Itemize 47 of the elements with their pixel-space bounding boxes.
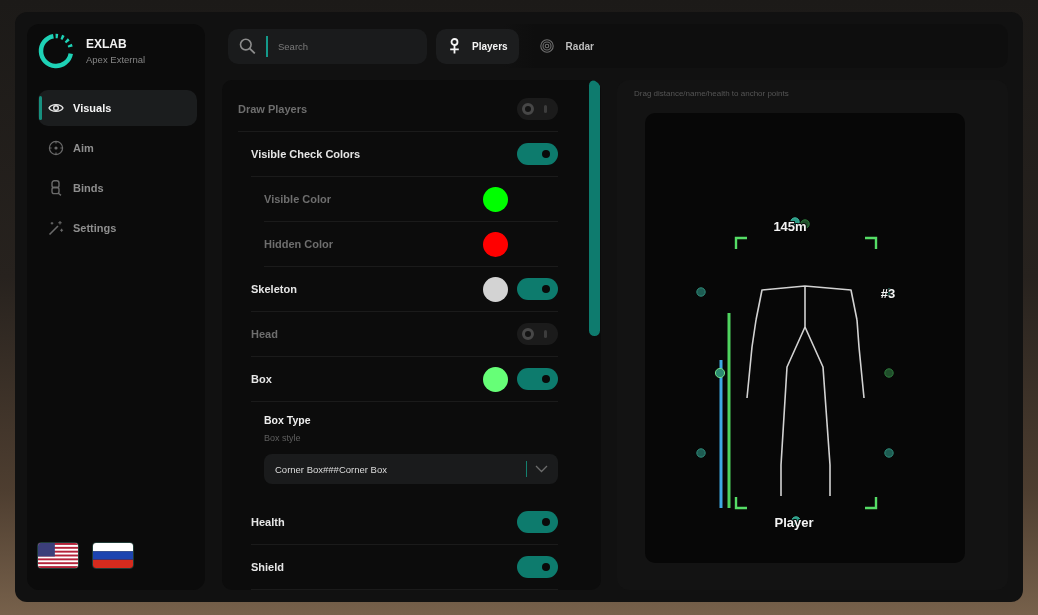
toggle-switch[interactable] [517,278,558,300]
color-swatch-icon[interactable] [483,231,508,257]
toggle-switch[interactable] [517,323,558,345]
toggle-switch[interactable] [517,143,558,165]
app-subtitle: Apex External [86,53,146,66]
russia-flag-icon[interactable] [92,542,134,569]
color-swatch-icon[interactable] [483,186,508,212]
magic-wand-icon [48,220,64,236]
toggle-switch[interactable] [517,368,558,390]
tab[interactable]: Radar [529,28,605,64]
select-dropdown[interactable]: Corner Box###Corner Box [264,454,558,484]
setting-label: Box [251,373,273,385]
toggle-switch[interactable] [517,511,558,533]
chevron-down-icon [535,465,548,473]
setting-description: Box style [264,432,302,444]
crosshair-icon [48,140,64,156]
search-icon [239,38,256,54]
setting-label: Visible Color [264,193,333,205]
setting-label: Shield [251,561,285,573]
toggle-switch[interactable] [517,556,558,578]
toggle-switch[interactable] [517,98,558,120]
color-swatch-icon[interactable] [483,366,508,392]
nav-item[interactable]: Aim [38,130,197,166]
chain-link-icon [48,180,64,196]
concentric-circles-icon [539,39,554,53]
setting-label: Health [251,516,286,528]
scrollbar-thumb[interactable] [589,80,600,336]
tab[interactable]: Players [436,28,519,64]
setting-label: Head [251,328,279,340]
setting-label: Box Type [264,413,312,427]
nav-item[interactable]: Binds [38,170,197,206]
anchor-point-icon[interactable] [714,367,726,379]
setting-label: Hidden Color [264,238,335,250]
us-flag-icon[interactable] [37,542,79,569]
nav-item[interactable]: Settings [38,210,197,246]
text-cursor-icon [266,35,268,57]
app-title: EXLAB [86,36,128,51]
name-label[interactable]: Player [774,514,814,530]
setting-label: Visible Check Colors [251,148,362,160]
nav-item[interactable]: Visuals [38,90,197,126]
setting-label: Skeleton [251,283,298,295]
circle-cross-icon [449,38,460,54]
distance-label[interactable]: 145m [773,218,807,234]
search-field[interactable]: Search [228,28,427,64]
ring-logo-icon [37,32,75,70]
setting-label: Draw Players [238,103,309,115]
color-swatch-icon[interactable] [483,276,508,302]
